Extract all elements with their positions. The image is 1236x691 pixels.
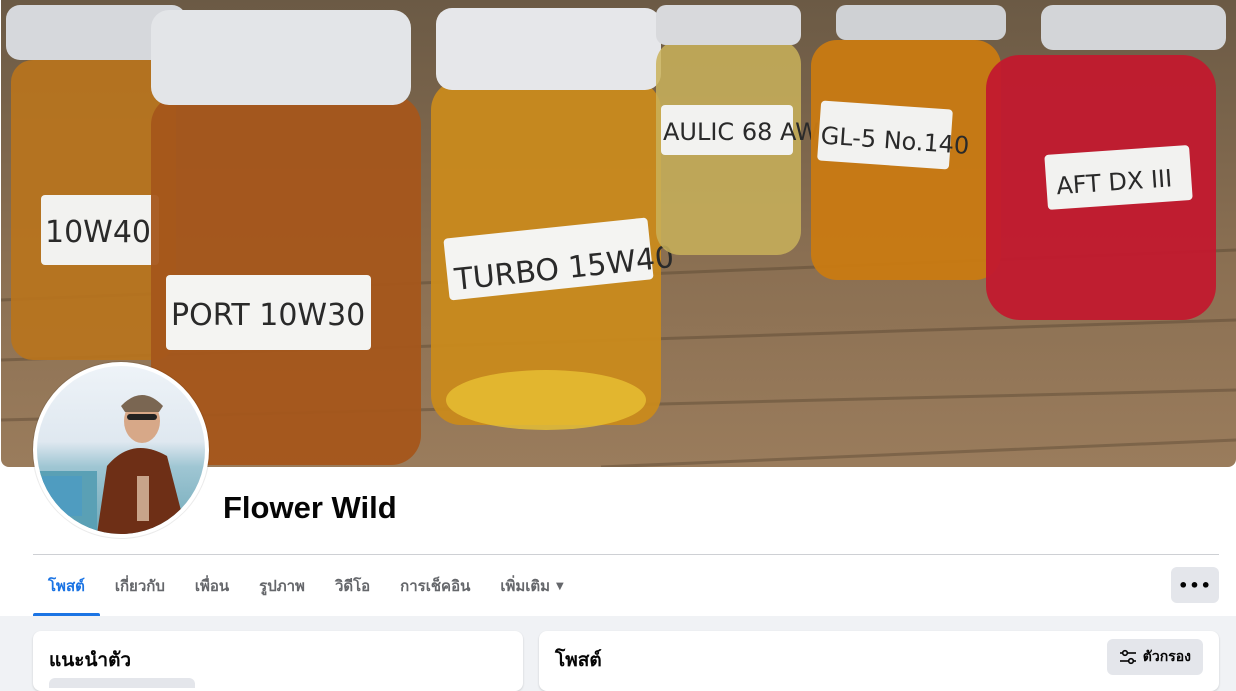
jar-6: AFT DX III [986,5,1226,320]
more-options-label: ••• [1178,575,1212,595]
tab-about[interactable]: เกี่ยวกับ [100,556,180,616]
profile-avatar[interactable] [33,362,209,538]
jar-4: AULIC 68 AW [656,5,819,255]
avatar-photo [37,366,205,534]
tab-checkins[interactable]: การเช็คอิน [385,556,485,616]
person-figure [37,395,187,534]
tab-posts[interactable]: โพสต์ [33,556,100,616]
filter-button[interactable]: ตัวกรอง [1106,639,1203,675]
profile-name: Flower Wild [223,490,397,525]
intro-card-title: แนะนำตัว [49,649,132,671]
caret-down-icon: ▼ [556,580,564,592]
tab-label: โพสต์ [48,577,85,595]
intro-card: แนะนำตัว [33,631,523,691]
tab-friends[interactable]: เพื่อน [180,556,244,616]
tab-label: เพิ่มเติม [500,577,551,595]
posts-card-title: โพสต์ [555,649,602,671]
jar-label-2: PORT 10W30 [171,298,365,333]
jar-3: TURBO 15W40 [431,8,676,430]
filter-label: ตัวกรอง [1142,649,1191,665]
header-divider [33,554,1219,555]
jar-5: GL-5 No.140 [811,5,1006,280]
tab-label: การเช็คอิน [400,577,471,595]
tab-label: วิดีโอ [334,577,371,595]
posts-card: โพสต์ ตัวกรอง [539,631,1219,691]
profile-header: 10W40 PORT 10W30 TURBO 15W40 AULIC 68 AW… [0,0,1236,616]
filter-icon [1119,649,1136,665]
tab-photos[interactable]: รูปภาพ [244,556,320,616]
tab-videos[interactable]: วิดีโอ [320,556,385,616]
tab-label: เพื่อน [194,577,230,595]
jar-label-1: 10W40 [45,215,151,250]
profile-tabs: โพสต์ เกี่ยวกับ เพื่อน รูปภาพ วิดีโอ การ… [33,556,579,616]
jar-label-4: AULIC 68 AW [663,118,819,146]
more-options-button[interactable]: ••• [1171,567,1219,603]
tab-label: รูปภาพ [259,577,305,595]
tab-label: เกี่ยวกับ [114,577,165,595]
intro-edit-button[interactable] [49,678,195,688]
tab-more[interactable]: เพิ่มเติม ▼ [485,556,578,616]
